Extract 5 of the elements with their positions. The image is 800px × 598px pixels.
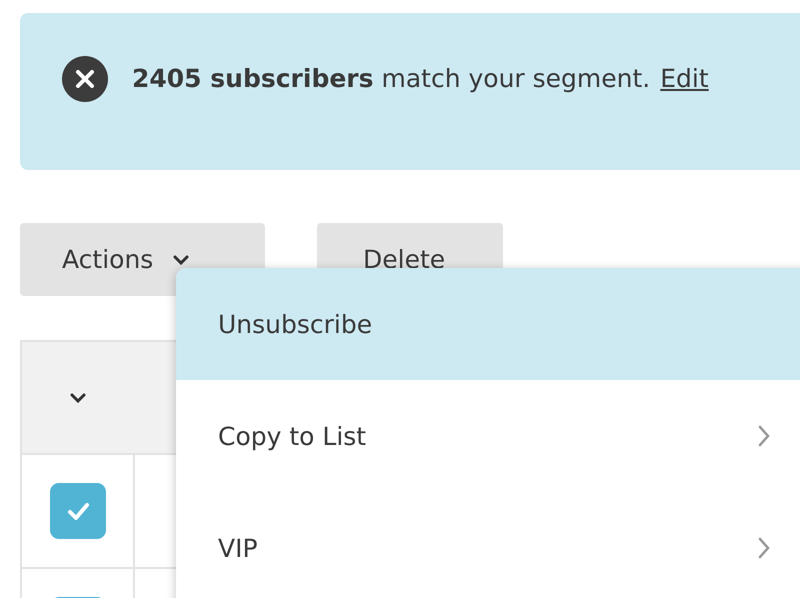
segment-message: 2405 subscribers match your segment. [132,63,650,95]
menu-item[interactable]: VIP [176,492,800,598]
menu-item[interactable]: Copy to List [176,380,800,492]
menu-item[interactable]: Unsubscribe [176,268,800,380]
edit-link[interactable]: Edit [660,62,709,96]
